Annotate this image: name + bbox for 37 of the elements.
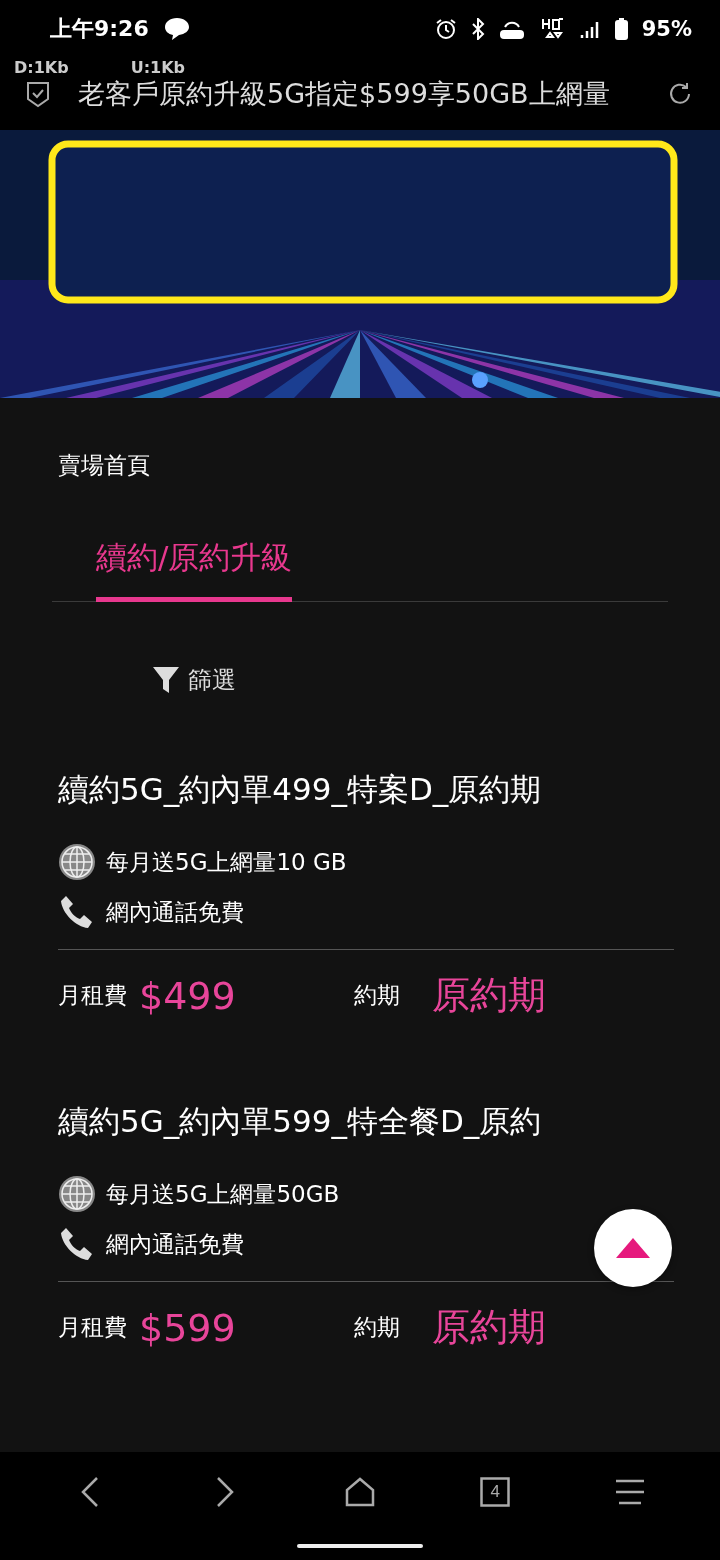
term-label: 約期 xyxy=(353,1313,400,1342)
chevron-left-icon xyxy=(79,1476,100,1508)
page-title[interactable]: 老客戶原約升級5G指定$599享50GB上網量 xyxy=(78,76,638,112)
shield-check-icon[interactable] xyxy=(26,80,50,108)
funnel-icon xyxy=(152,665,180,695)
fee-label: 月租費 xyxy=(58,1313,127,1342)
breadcrumb-link[interactable]: 賣場首頁 xyxy=(58,450,150,481)
feature-text: 每月送5G上網量10 GB xyxy=(106,847,347,877)
fee-label: 月租費 xyxy=(58,981,127,1010)
chat-bubble-icon xyxy=(162,16,191,42)
plan-name[interactable]: 續約5G_約內單499_特案D_原約期 xyxy=(58,769,542,811)
alarm-icon xyxy=(434,18,457,40)
tabs-button[interactable]: 4 xyxy=(475,1472,516,1512)
download-speed: D:1Kb xyxy=(14,58,69,77)
feature-text: 每月送5G上網量50GB xyxy=(106,1179,340,1209)
filter-button[interactable]: 篩選 xyxy=(152,664,236,696)
fee-price: $599 xyxy=(139,1305,236,1350)
house-icon xyxy=(344,1477,375,1507)
plan-name[interactable]: 續約5G_約內單599_特全餐D_原約 xyxy=(58,1101,542,1143)
battery-percent: 95% xyxy=(641,17,692,41)
menu-icon xyxy=(615,1479,646,1505)
chevron-right-icon xyxy=(214,1476,235,1508)
up-triangle-icon xyxy=(615,1237,651,1259)
fee-price: $499 xyxy=(139,973,236,1018)
square-icon xyxy=(480,1477,511,1507)
globe-icon xyxy=(58,843,96,881)
bluetooth-icon xyxy=(470,18,485,40)
feature-text: 網內通話免費 xyxy=(106,1229,244,1259)
feature-text: 網內通話免費 xyxy=(106,897,244,927)
term-value: 原約期 xyxy=(431,1304,546,1351)
battery-icon xyxy=(614,18,628,40)
tab[interactable]: 續約/原約升級 xyxy=(96,537,293,602)
upload-speed: U:1Kb xyxy=(130,58,186,77)
term-label: 約期 xyxy=(353,981,400,1010)
term-value: 原約期 xyxy=(431,972,546,1019)
status-time: 上午9:26 xyxy=(50,15,149,43)
globe-icon xyxy=(58,1175,96,1213)
